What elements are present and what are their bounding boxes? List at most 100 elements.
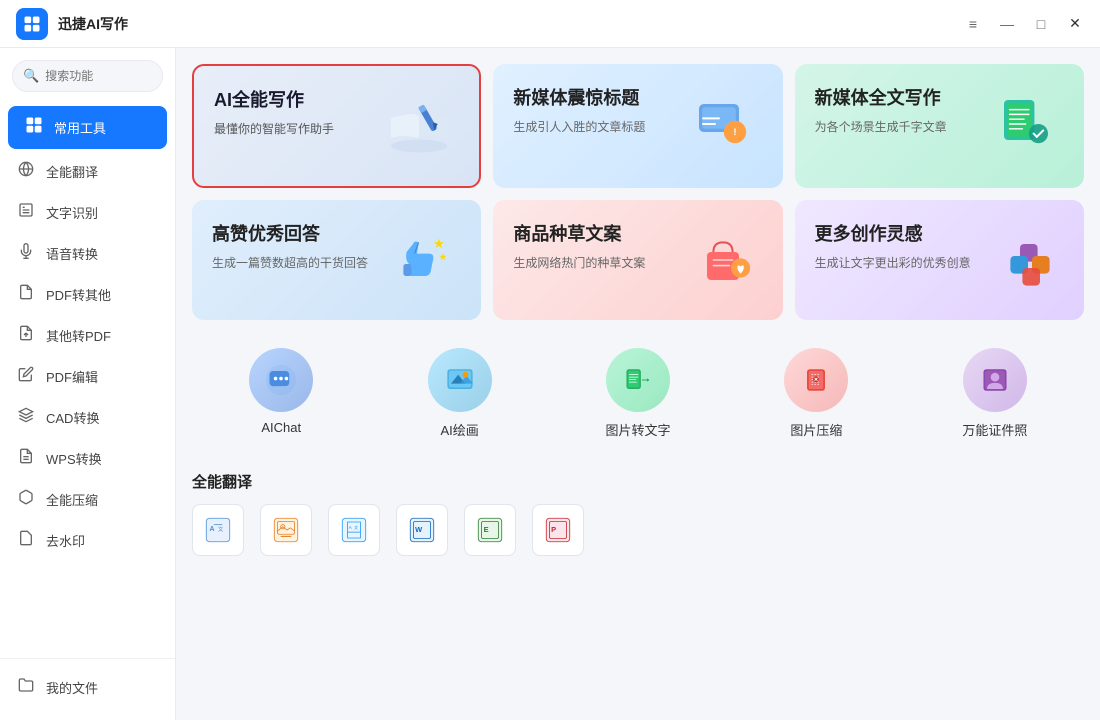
id-photo-label: 万能证件照 <box>962 420 1027 439</box>
icon-tool-aichat[interactable]: AIChat <box>192 332 370 455</box>
sidebar-label-watermark: 去水印 <box>46 531 85 550</box>
sidebar-label-cad: CAD转换 <box>46 408 99 427</box>
sidebar-item-cad[interactable]: CAD转换 <box>0 397 175 438</box>
icon-tool-img-compress[interactable]: 图片压缩 <box>727 332 905 455</box>
translate-box-excel: E <box>464 504 516 556</box>
sidebar-label-common-tools: 常用工具 <box>54 118 106 137</box>
title-bar: 迅捷AI写作 ≡ — □ ✕ <box>0 0 1100 48</box>
translate-icon-3[interactable]: A 文 <box>328 504 380 556</box>
svg-text:文: 文 <box>354 524 359 531</box>
card-desc-product-copy: 生成网络热门的种草文案 <box>513 254 682 273</box>
translate-box-2 <box>260 504 312 556</box>
translate-icon-ppt[interactable]: P <box>532 504 584 556</box>
img-to-text-label: 图片转文字 <box>606 420 671 439</box>
sidebar-item-compress[interactable]: 全能压缩 <box>0 479 175 520</box>
card-desc-ai-writing: 最懂你的智能写作助手 <box>214 120 379 139</box>
card-icon-new-media-title: ! <box>683 84 763 164</box>
translate-icon <box>16 161 36 182</box>
card-new-media-full[interactable]: 新媒体全文写作 为各个场景生成千字文章 <box>795 64 1084 188</box>
pdf-edit-icon <box>16 366 36 387</box>
app-logo <box>16 8 48 40</box>
img-to-text-circle <box>606 348 670 412</box>
card-text-new-media-full: 新媒体全文写作 为各个场景生成千字文章 <box>815 84 984 137</box>
app-title: 迅捷AI写作 <box>58 14 964 34</box>
img-compress-label: 图片压缩 <box>790 420 842 439</box>
close-button[interactable]: ✕ <box>1066 15 1084 33</box>
sidebar-item-pdf-edit[interactable]: PDF编辑 <box>0 356 175 397</box>
translate-icon-excel[interactable]: E <box>464 504 516 556</box>
menu-button[interactable]: ≡ <box>964 15 982 33</box>
card-text-ai-writing: AI全能写作 最懂你的智能写作助手 <box>214 86 379 139</box>
sidebar-label-wps: WPS转换 <box>46 449 102 468</box>
sidebar-item-other-to-pdf[interactable]: 其他转PDF <box>0 315 175 356</box>
svg-text:!: ! <box>733 127 736 138</box>
translate-icon-2[interactable] <box>260 504 312 556</box>
card-title-new-media-title: 新媒体震惊标题 <box>513 84 682 110</box>
sidebar-item-watermark[interactable]: 去水印 <box>0 520 175 561</box>
maximize-button[interactable]: □ <box>1032 15 1050 33</box>
img-compress-circle <box>784 348 848 412</box>
search-box[interactable]: 🔍 <box>12 60 163 92</box>
svg-text:A: A <box>209 526 214 533</box>
card-icon-high-praise: ★ ★ <box>381 220 461 300</box>
icon-tool-img-to-text[interactable]: 图片转文字 <box>549 332 727 455</box>
sidebar: 🔍 常用工具 全能翻译 文字识别 语音转换 <box>0 48 176 720</box>
icon-tool-ai-draw[interactable]: AI绘画 <box>370 332 548 455</box>
translate-box-3: A 文 <box>328 504 380 556</box>
translate-box-1: A 文 <box>192 504 244 556</box>
sidebar-item-voice[interactable]: 语音转换 <box>0 233 175 274</box>
card-desc-new-media-full: 为各个场景生成千字文章 <box>815 118 984 137</box>
card-title-more-creativity: 更多创作灵感 <box>815 220 984 246</box>
sidebar-item-my-files[interactable]: 我的文件 <box>0 667 175 708</box>
sidebar-label-translate: 全能翻译 <box>46 162 98 181</box>
sidebar-item-translate[interactable]: 全能翻译 <box>0 151 175 192</box>
title-controls: ≡ — □ ✕ <box>964 15 1084 33</box>
sidebar-label-pdf-to-other: PDF转其他 <box>46 285 111 304</box>
card-ai-writing[interactable]: AI全能写作 最懂你的智能写作助手 <box>192 64 481 188</box>
card-title-ai-writing: AI全能写作 <box>214 86 379 112</box>
card-new-media-title[interactable]: 新媒体震惊标题 生成引人入胜的文章标题 ! <box>493 64 782 188</box>
svg-text:E: E <box>484 525 489 534</box>
sidebar-label-compress: 全能压缩 <box>46 490 98 509</box>
card-title-high-praise: 高赞优秀回答 <box>212 220 381 246</box>
translate-box-word: W <box>396 504 448 556</box>
sidebar-item-wps[interactable]: WPS转换 <box>0 438 175 479</box>
watermark-icon <box>16 530 36 551</box>
feature-cards-top: AI全能写作 最懂你的智能写作助手 <box>192 64 1084 188</box>
other-to-pdf-icon <box>16 325 36 346</box>
voice-icon <box>16 243 36 264</box>
translate-icon-word[interactable]: W <box>396 504 448 556</box>
card-more-creativity[interactable]: 更多创作灵感 生成让文字更出彩的优秀创意 <box>795 200 1084 320</box>
card-high-praise[interactable]: 高赞优秀回答 生成一篇赞数超高的干货回答 ★ ★ <box>192 200 481 320</box>
card-text-product-copy: 商品种草文案 生成网络热门的种草文案 <box>513 220 682 273</box>
card-title-product-copy: 商品种草文案 <box>513 220 682 246</box>
sidebar-item-ocr[interactable]: 文字识别 <box>0 192 175 233</box>
common-tools-icon <box>24 116 44 139</box>
compress-icon <box>16 489 36 510</box>
sidebar-label-other-to-pdf: 其他转PDF <box>46 326 111 345</box>
card-title-new-media-full: 新媒体全文写作 <box>815 84 984 110</box>
card-text-high-praise: 高赞优秀回答 生成一篇赞数超高的干货回答 <box>212 220 381 273</box>
svg-text:★: ★ <box>439 252 448 263</box>
card-product-copy[interactable]: 商品种草文案 生成网络热门的种草文案 <box>493 200 782 320</box>
card-desc-new-media-title: 生成引人入胜的文章标题 <box>513 118 682 137</box>
sidebar-item-common-tools[interactable]: 常用工具 <box>8 106 167 149</box>
card-icon-new-media-full <box>984 84 1064 164</box>
cad-icon <box>16 407 36 428</box>
aichat-label: AIChat <box>261 420 301 435</box>
ai-draw-circle <box>428 348 492 412</box>
minimize-button[interactable]: — <box>998 15 1016 33</box>
card-icon-more-creativity <box>984 220 1064 300</box>
wps-icon <box>16 448 36 469</box>
ocr-icon <box>16 202 36 223</box>
translate-icon-1[interactable]: A 文 <box>192 504 244 556</box>
search-icon: 🔍 <box>23 68 39 84</box>
id-photo-circle <box>963 348 1027 412</box>
section-translate-header: 全能翻译 <box>192 471 1084 492</box>
sidebar-label-my-files: 我的文件 <box>46 678 98 697</box>
sidebar-item-pdf-to-other[interactable]: PDF转其他 <box>0 274 175 315</box>
pdf-to-other-icon <box>16 284 36 305</box>
my-files-icon <box>16 677 36 698</box>
icon-tool-id-photo[interactable]: 万能证件照 <box>906 332 1084 455</box>
content-area: AI全能写作 最懂你的智能写作助手 <box>176 48 1100 720</box>
